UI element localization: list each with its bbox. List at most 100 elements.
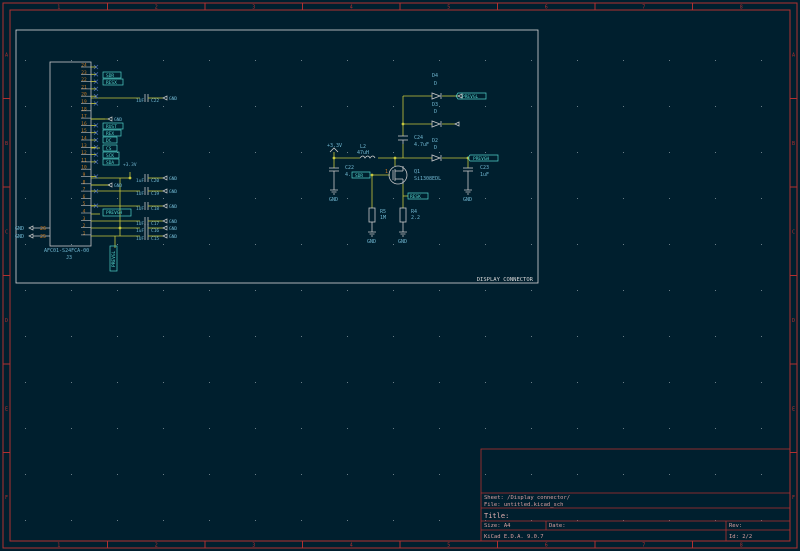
grid-dot xyxy=(71,106,72,107)
frame-col-label: 6 xyxy=(545,5,548,11)
connector-pin-number: 17 xyxy=(81,114,87,120)
grid-dot xyxy=(623,60,624,61)
grid-dot xyxy=(715,244,716,245)
grid-dot xyxy=(485,106,486,107)
connector-pin-number: 22 xyxy=(81,77,87,83)
connector-value: AFC01-S24FCA-00 xyxy=(44,248,89,254)
grid-dot xyxy=(209,336,210,337)
grid-dot xyxy=(347,428,348,429)
grid-dot xyxy=(347,152,348,153)
grid-dot xyxy=(531,474,532,475)
frame-col-label: 1 xyxy=(57,543,60,549)
tb-id: Id: 2/2 xyxy=(729,534,752,540)
pin-26: 26 xyxy=(40,226,46,232)
grid-dot xyxy=(71,290,72,291)
svg-text:Q1: Q1 xyxy=(414,169,420,175)
grid-dot xyxy=(163,152,164,153)
grid-dot xyxy=(25,290,26,291)
grid-dot xyxy=(531,336,532,337)
frame-col-label: 7 xyxy=(642,5,645,11)
schematic-canvas[interactable]: 1122334455667788A AB BC CD DE EF F DISPLAY CON… xyxy=(0,0,800,551)
gnd-label: GND xyxy=(169,189,177,195)
grid-dot xyxy=(531,244,532,245)
svg-text:+3.3V: +3.3V xyxy=(327,143,342,149)
capacitor-ref: C16 xyxy=(151,228,159,234)
connector-pin-number: 13 xyxy=(81,143,87,149)
label-dc: DC xyxy=(106,138,112,144)
connector-pin-number: 19 xyxy=(81,99,87,105)
svg-text:D: D xyxy=(434,145,437,151)
grid-dot xyxy=(163,60,164,61)
svg-text:C22: C22 xyxy=(345,165,354,171)
grid-dot xyxy=(393,244,394,245)
grid-dot xyxy=(163,106,164,107)
grid-dot xyxy=(117,382,118,383)
grid-dot xyxy=(577,474,578,475)
grid-dot xyxy=(715,60,716,61)
grid-dot xyxy=(761,290,762,291)
grid-dot xyxy=(301,428,302,429)
grid-dot xyxy=(623,244,624,245)
capacitor-ref: C17 xyxy=(151,221,159,227)
capacitor-ref: C18 xyxy=(151,206,159,212)
gnd-label: GND xyxy=(169,219,177,225)
grid-dot xyxy=(117,520,118,521)
frame-col-label: 8 xyxy=(740,543,743,549)
grid-dot xyxy=(347,198,348,199)
svg-text:GND: GND xyxy=(463,197,472,203)
grid-dot xyxy=(761,428,762,429)
label-rex: REX xyxy=(106,131,114,137)
label-resk: RESK xyxy=(410,194,421,200)
label-cs: CS xyxy=(106,146,112,152)
grid-dot xyxy=(71,428,72,429)
grid-dot xyxy=(393,290,394,291)
capacitor-value: 1UF xyxy=(136,206,144,212)
connector-pin-number: 12 xyxy=(81,150,87,156)
connector-ref: J3 xyxy=(66,255,72,261)
capacitor-value: 1UF xyxy=(136,221,144,227)
grid-dot xyxy=(531,428,532,429)
tb-title: Title: xyxy=(484,512,509,520)
grid-dot xyxy=(209,198,210,199)
grid-dot xyxy=(163,198,164,199)
grid-dot xyxy=(485,336,486,337)
svg-text:D4: D4 xyxy=(432,73,438,79)
frame-col-label: 4 xyxy=(350,5,353,11)
connector-pin-number: 8 xyxy=(83,179,86,185)
grid-dot xyxy=(485,244,486,245)
grid-dot xyxy=(393,382,394,383)
grid-dot xyxy=(531,60,532,61)
grid-dot xyxy=(577,152,578,153)
grid-dot xyxy=(255,428,256,429)
gnd-label: GND xyxy=(114,117,122,123)
gnd-label: GND xyxy=(169,226,177,232)
grid-dot xyxy=(117,60,118,61)
frame-row-label: F xyxy=(792,495,795,501)
grid-dot xyxy=(163,520,164,521)
grid-dot xyxy=(623,382,624,383)
grid-dot xyxy=(669,428,670,429)
connector-pin-number: 3 xyxy=(83,216,86,222)
label-sck: SCK xyxy=(106,153,114,159)
frame-col-label: 3 xyxy=(252,5,255,11)
grid-dot xyxy=(439,152,440,153)
label-prevgh-power: PREVGH xyxy=(473,156,490,162)
grid-dot xyxy=(255,290,256,291)
grid-dot xyxy=(347,244,348,245)
frame-col-label: 2 xyxy=(155,5,158,11)
grid-dot xyxy=(301,152,302,153)
label-prevgh: PREVGH xyxy=(106,210,123,216)
grid-dot xyxy=(255,60,256,61)
grid-dot xyxy=(531,382,532,383)
frame-col-label: 7 xyxy=(642,543,645,549)
grid-dot xyxy=(71,474,72,475)
grid-dot xyxy=(163,382,164,383)
grid-dot xyxy=(209,60,210,61)
svg-text:GND: GND xyxy=(367,239,376,245)
frame-col-label: 6 xyxy=(545,543,548,549)
capacitor-ref: C20 xyxy=(151,178,159,184)
grid-dot xyxy=(163,474,164,475)
grid-dot xyxy=(715,290,716,291)
svg-text:D3: D3 xyxy=(432,102,438,108)
label-v33-conn: +3.3V xyxy=(123,162,137,168)
